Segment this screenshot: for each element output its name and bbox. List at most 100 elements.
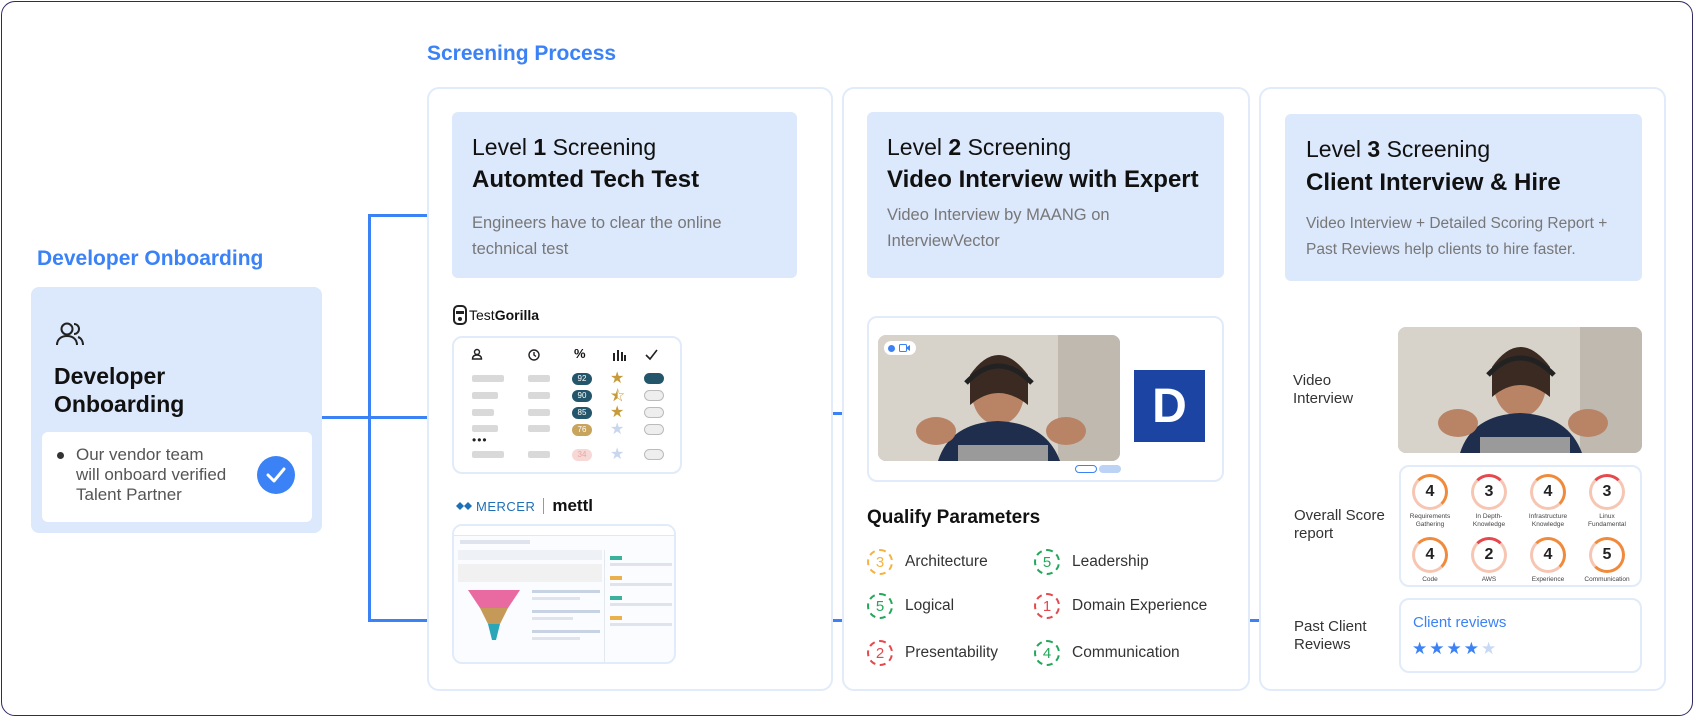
level3-prefix: Level bbox=[1306, 136, 1361, 162]
mettl-dashboard-screenshot bbox=[452, 524, 676, 664]
level2-title: Video Interview with Expert bbox=[887, 166, 1199, 193]
level1-title: Automted Tech Test bbox=[472, 166, 700, 193]
connector-top bbox=[368, 214, 428, 217]
carousel-dot-active[interactable] bbox=[1075, 465, 1097, 473]
past-client-reviews-label: Past Client Reviews bbox=[1294, 618, 1367, 654]
level1-description: Engineers have to clear the online techn… bbox=[472, 210, 722, 262]
level3-number: 3 bbox=[1367, 136, 1381, 162]
score-label: In Depth- Knowledge bbox=[1473, 513, 1505, 529]
carousel-dot[interactable] bbox=[1099, 465, 1121, 473]
score-label: AWS bbox=[1482, 576, 1497, 584]
interviewvector-logo: D bbox=[1134, 370, 1205, 442]
level1-prefix: Level bbox=[472, 134, 527, 160]
bullet-dot bbox=[57, 452, 64, 459]
score-label-line2: Fundamental bbox=[1588, 521, 1626, 528]
score-label: Communication bbox=[1584, 576, 1629, 584]
percent-icon: % bbox=[574, 346, 586, 361]
param-score-ring: 5 bbox=[867, 593, 893, 619]
client-reviews-title: Client reviews bbox=[1413, 614, 1507, 631]
level3-desc-line2: Past Reviews help clients to hire faster… bbox=[1306, 241, 1576, 258]
level3-label: Level 3 Screening bbox=[1306, 136, 1490, 163]
param-label: Communication bbox=[1072, 644, 1180, 661]
past-client-reviews-label-line1: Past Client bbox=[1294, 618, 1367, 635]
score-label-line1: Communication bbox=[1584, 576, 1630, 583]
star-empty-icon: ★ bbox=[610, 421, 625, 438]
video-interview-label-line1: Video bbox=[1293, 372, 1332, 389]
score-label-line1: AWS bbox=[1481, 576, 1497, 583]
score-pill: 92 bbox=[572, 373, 592, 385]
score-label: Infrastructure Knowledge bbox=[1529, 513, 1567, 529]
star-filled-icon: ★ bbox=[1446, 639, 1462, 658]
onboarding-note-line3: Talent Partner bbox=[76, 485, 182, 504]
toggle-off bbox=[644, 407, 664, 418]
level2-number: 2 bbox=[948, 134, 962, 160]
grey-bar bbox=[472, 409, 494, 416]
param-label: Leadership bbox=[1072, 553, 1149, 570]
score-ring: 4 bbox=[1530, 474, 1566, 510]
level3-suffix: Screening bbox=[1386, 136, 1491, 162]
grey-bar bbox=[472, 451, 504, 458]
score-item: 4 Experience bbox=[1519, 537, 1577, 584]
onboarding-card-title: Developer Onboarding bbox=[54, 362, 184, 418]
mercer-brand: MERCER bbox=[476, 498, 536, 514]
score-label-line1: Experience bbox=[1531, 576, 1565, 583]
overall-score-label-line1: Overall Score bbox=[1294, 507, 1385, 524]
grey-bar bbox=[472, 392, 498, 399]
check-icon bbox=[257, 456, 295, 494]
client-reviews-card bbox=[1399, 598, 1642, 673]
grey-bar bbox=[528, 392, 550, 399]
param-label: Logical bbox=[905, 597, 955, 614]
toggle-off bbox=[644, 449, 664, 460]
param-leadership: 5 Leadership bbox=[1034, 549, 1149, 575]
video-thumbnail bbox=[878, 335, 1120, 461]
overall-score-label: Overall Score report bbox=[1294, 507, 1385, 543]
gorilla-icon bbox=[453, 305, 467, 325]
client-video-thumbnail bbox=[1398, 327, 1642, 453]
connector-vertical bbox=[368, 214, 371, 622]
logo-divider bbox=[543, 498, 545, 514]
score-ring: 2 bbox=[1471, 537, 1507, 573]
person-icon bbox=[471, 348, 483, 363]
onboarding-card-title-line1: Developer bbox=[54, 363, 166, 389]
score-label-line1: Infrastructure bbox=[1528, 513, 1568, 520]
score-pill: 90 bbox=[572, 390, 592, 402]
score-item: 3 Linux Fundamental bbox=[1578, 474, 1636, 529]
grey-bar bbox=[528, 451, 550, 458]
param-communication: 4 Communication bbox=[1034, 640, 1180, 666]
score-ring: 5 bbox=[1589, 537, 1625, 573]
level2-desc-line2: InterviewVector bbox=[887, 232, 1000, 250]
camera-icon bbox=[899, 344, 910, 352]
param-architecture: 3 Architecture bbox=[867, 549, 988, 575]
recording-badge bbox=[884, 341, 916, 355]
score-item: 3 In Depth- Knowledge bbox=[1460, 474, 1518, 529]
level1-number: 1 bbox=[533, 134, 547, 160]
score-item: 4 Code bbox=[1401, 537, 1459, 584]
testgorilla-brand: Test bbox=[469, 307, 495, 323]
grey-bar bbox=[528, 409, 550, 416]
mercer-icon bbox=[456, 502, 472, 510]
rating-stars: ★ ★ ★ ★ ★ bbox=[1412, 639, 1498, 659]
score-label-line1: Linux bbox=[1599, 513, 1615, 520]
testgorilla-brand-bold: Gorilla bbox=[494, 307, 540, 323]
toggle-off bbox=[644, 390, 664, 401]
onboarding-note-line1: Our vendor team bbox=[76, 445, 204, 464]
score-ring: 3 bbox=[1589, 474, 1625, 510]
score-pill: 76 bbox=[572, 424, 592, 436]
param-presentability: 2 Presentability bbox=[867, 640, 998, 666]
score-label: Linux Fundamental bbox=[1588, 513, 1626, 529]
level1-desc-line2: technical test bbox=[472, 240, 569, 258]
param-label: Architecture bbox=[905, 553, 988, 570]
bar-chart-icon bbox=[612, 348, 626, 366]
score-label-line1: Requirements bbox=[1409, 513, 1451, 520]
param-score-ring: 3 bbox=[867, 549, 893, 575]
connector-l2-l3 bbox=[1249, 619, 1259, 622]
score-pill: 85 bbox=[572, 407, 592, 419]
mercer-mettl-logo: MERCER mettl bbox=[455, 496, 593, 516]
score-item: 2 AWS bbox=[1460, 537, 1518, 584]
score-label-line2: Knowledge bbox=[1472, 521, 1506, 528]
score-label-line1: Code bbox=[1422, 576, 1438, 583]
onboarding-card-title-line2: Onboarding bbox=[54, 391, 185, 417]
onboarding-note-line2: will onboard verified bbox=[76, 465, 227, 484]
video-interview-label: Video Interview bbox=[1293, 372, 1353, 408]
mettl-brand: mettl bbox=[552, 496, 593, 515]
